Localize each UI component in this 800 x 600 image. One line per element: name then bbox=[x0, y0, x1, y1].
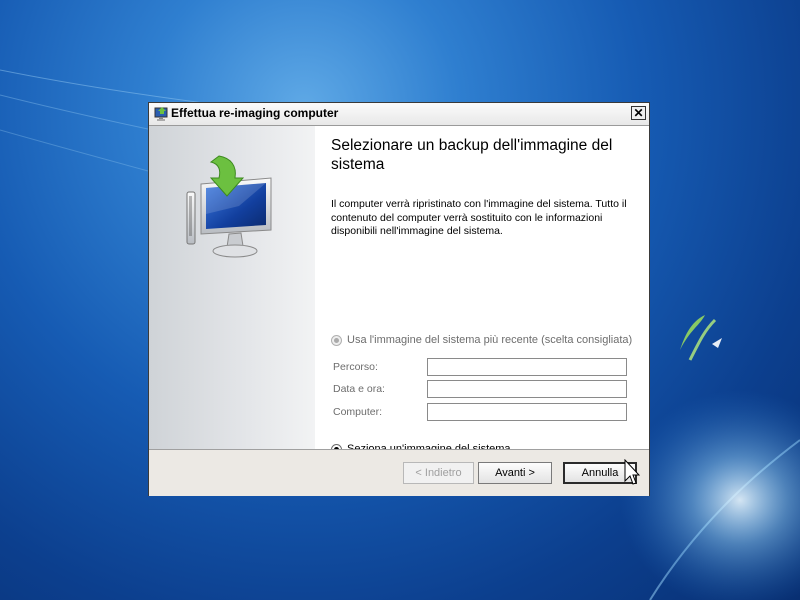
mouse-pointer-icon bbox=[624, 459, 640, 485]
reimage-dialog: Effettua re-imaging computer ✕ Seleziona… bbox=[148, 102, 650, 496]
page-description: Il computer verrà ripristinato con l'imm… bbox=[331, 198, 627, 237]
computer-field bbox=[427, 403, 627, 421]
back-button[interactable]: < Indietro bbox=[403, 462, 474, 484]
date-label: Data e ora: bbox=[333, 383, 385, 395]
path-label: Percorso: bbox=[333, 361, 378, 373]
close-icon: ✕ bbox=[633, 106, 644, 120]
path-field-row: Percorso: bbox=[333, 358, 628, 376]
monitor-restore-icon bbox=[186, 155, 272, 258]
title-bar[interactable]: Effettua re-imaging computer ✕ bbox=[149, 103, 649, 126]
date-field-row: Data e ora: bbox=[333, 380, 628, 398]
computer-label: Computer: bbox=[333, 406, 383, 418]
date-field bbox=[427, 380, 627, 398]
next-button[interactable]: Avanti > bbox=[478, 462, 552, 484]
window-title: Effettua re-imaging computer bbox=[171, 106, 339, 120]
close-button[interactable]: ✕ bbox=[631, 106, 646, 120]
wizard-side-panel bbox=[149, 126, 315, 449]
use-latest-image-option: Usa l'immagine del sistema più recente (… bbox=[331, 332, 632, 348]
path-field bbox=[427, 358, 627, 376]
use-latest-image-label: Usa l'immagine del sistema più recente (… bbox=[347, 334, 633, 346]
wizard-content: Selezionare un backup dell'immagine del … bbox=[331, 126, 641, 455]
computer-field-row: Computer: bbox=[333, 403, 628, 421]
use-latest-image-radio bbox=[331, 334, 342, 346]
restore-computer-icon bbox=[154, 107, 168, 121]
wizard-footer: < Indietro Avanti > Annulla bbox=[149, 449, 649, 496]
page-title: Selezionare un backup dell'immagine del … bbox=[331, 137, 613, 173]
